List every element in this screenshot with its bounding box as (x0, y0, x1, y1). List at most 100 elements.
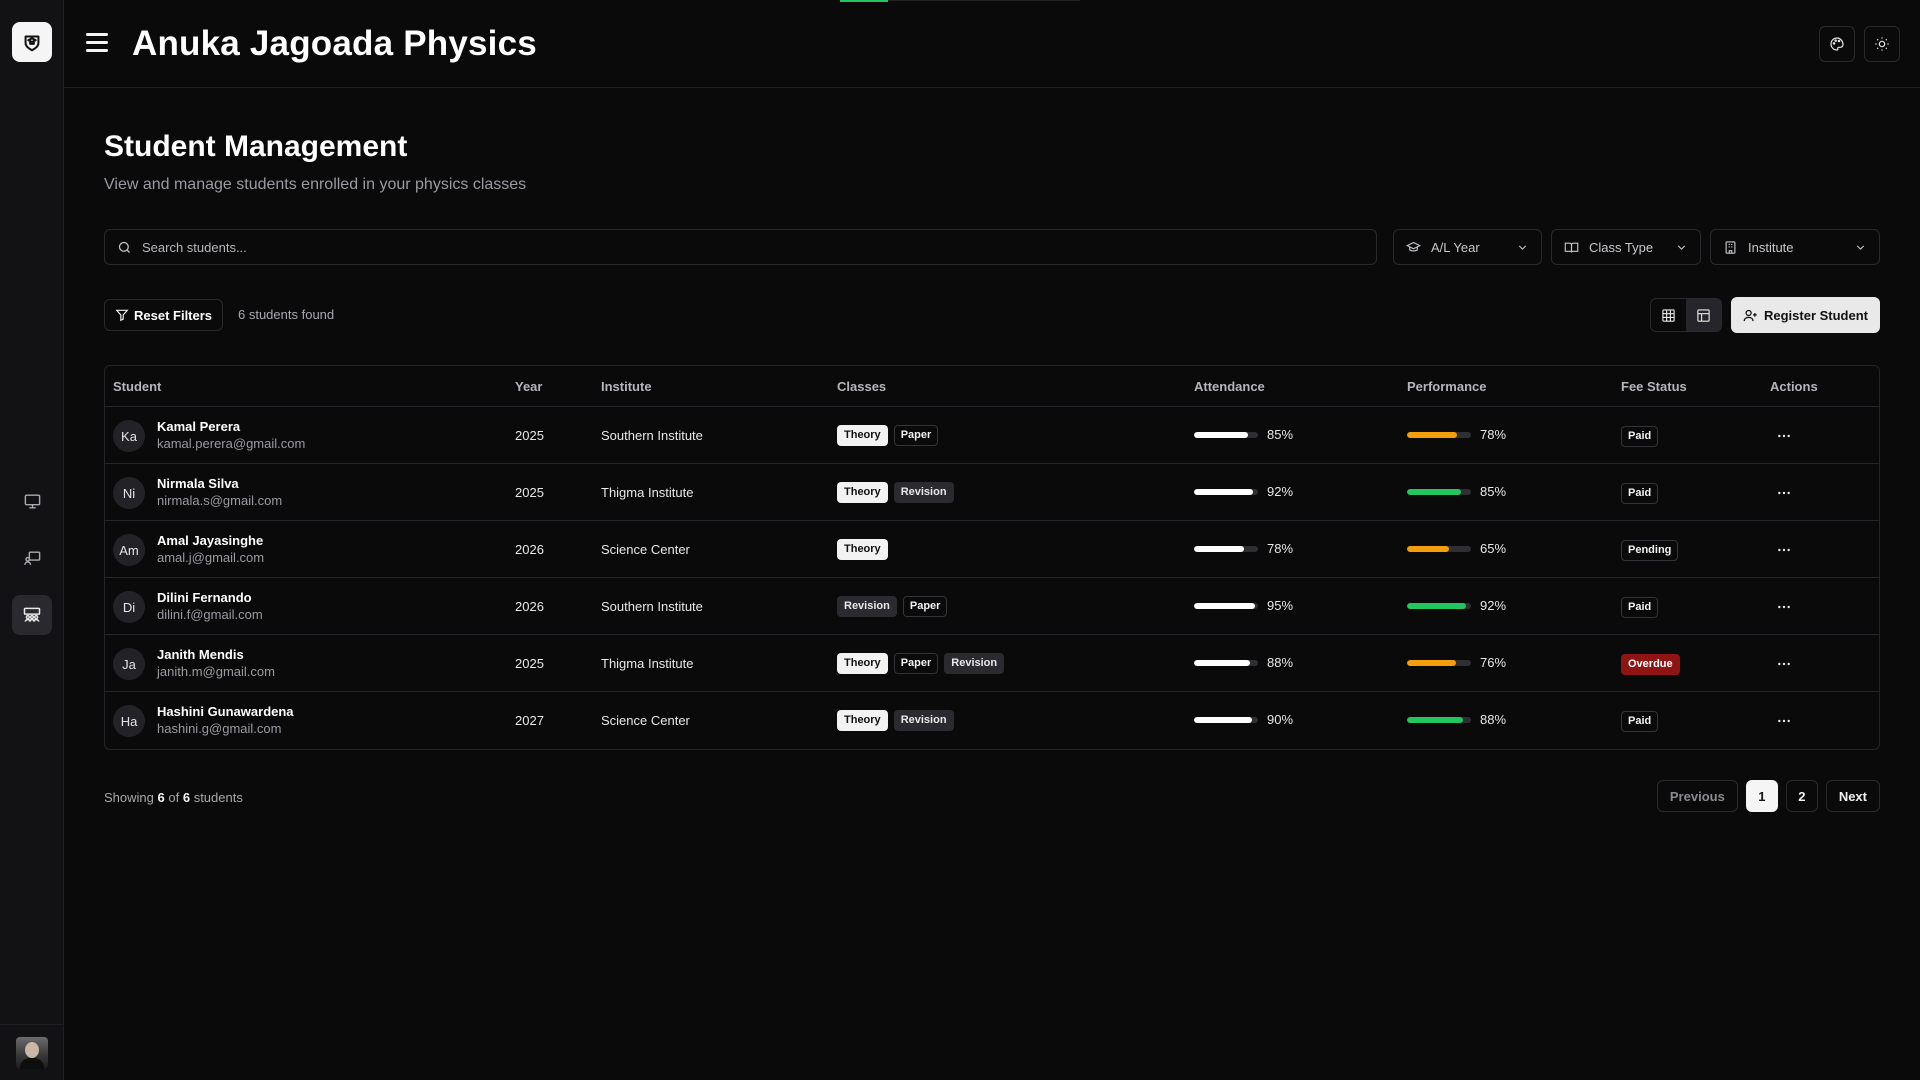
presentation-icon (23, 550, 40, 565)
class-type-filter-label: Class Type (1589, 239, 1654, 255)
sidebar-item-classes[interactable] (12, 538, 52, 578)
monitor-icon (24, 493, 40, 509)
student-avatar: Ja (113, 648, 145, 680)
row-actions-button[interactable] (1772, 709, 1796, 733)
attendance-cell: 85% (1194, 427, 1293, 442)
row-actions-button[interactable] (1772, 652, 1796, 676)
row-actions-button[interactable] (1772, 595, 1796, 619)
chevron-down-icon (1516, 241, 1529, 254)
fee-status-badge: Paid (1621, 426, 1659, 447)
grid-icon (1662, 308, 1675, 322)
page-button-1[interactable]: 1 (1745, 780, 1778, 812)
student-cell: Ka Kamal Perera kamal.perera@gmail.com (113, 419, 305, 453)
grid-view-button[interactable] (1651, 299, 1686, 331)
column-header-year[interactable]: Year (515, 379, 542, 394)
student-name: Nirmala Silva (157, 476, 239, 491)
theme-palette-button[interactable] (1819, 26, 1855, 62)
register-student-button[interactable]: Register Student (1731, 297, 1880, 333)
table-row[interactable]: Am Amal Jayasinghe amal.j@gmail.com 2026 Sci… (105, 521, 1879, 578)
row-actions-button[interactable] (1772, 481, 1796, 505)
search-input[interactable] (142, 239, 1342, 255)
class-tag: Paper (893, 425, 939, 446)
performance-cell: 65% (1407, 541, 1506, 556)
page-button-2[interactable]: 2 (1785, 780, 1818, 812)
class-tag: Theory (837, 710, 888, 731)
column-header-institute[interactable]: Institute (601, 379, 652, 394)
student-institute: Thigma Institute (601, 656, 694, 671)
student-avatar: Di (113, 591, 145, 623)
student-email: janith.m@gmail.com (157, 664, 275, 679)
attendance-cell: 90% (1194, 712, 1293, 727)
sidebar-item-students[interactable] (12, 595, 52, 635)
row-actions-button[interactable] (1772, 538, 1796, 562)
view-mode-toggle (1650, 298, 1722, 332)
hamburger-menu-icon[interactable] (84, 30, 110, 56)
column-header-actions: Actions (1770, 379, 1818, 394)
attendance-cell: 88% (1194, 655, 1293, 670)
sun-icon (1875, 37, 1889, 51)
student-year: 2026 (515, 599, 544, 614)
app-logo[interactable] (12, 22, 52, 62)
student-name: Dilini Fernando (157, 590, 252, 605)
column-header-classes[interactable]: Classes (837, 379, 886, 394)
showing-prefix: Showing (104, 790, 154, 805)
student-year: 2025 (515, 428, 544, 443)
more-horizontal-icon (1778, 719, 1790, 723)
user-avatar[interactable] (16, 1036, 48, 1069)
row-actions-button[interactable] (1772, 424, 1796, 448)
student-cell: Am Amal Jayasinghe amal.j@gmail.com (113, 533, 264, 567)
reset-filters-button[interactable]: Reset Filters (104, 299, 224, 331)
student-cell: Ni Nirmala Silva nirmala.s@gmail.com (113, 476, 282, 510)
table-row[interactable]: Ha Hashini Gunawardena hashini.g@gmail.com… (105, 692, 1879, 749)
performance-percent: 85% (1480, 484, 1507, 499)
page-subtitle: View and manage students enrolled in you… (104, 176, 527, 193)
student-cell: Ha Hashini Gunawardena hashini.g@gmail.com (113, 704, 294, 738)
year-filter-label: A/L Year (1431, 239, 1480, 255)
dark-mode-toggle-button[interactable] (1864, 26, 1900, 62)
attendance-percent: 90% (1267, 712, 1294, 727)
student-classes: Theory (837, 539, 888, 560)
table-view-button[interactable] (1686, 299, 1721, 331)
table-row[interactable]: Ka Kamal Perera kamal.perera@gmail.com 2025… (105, 407, 1879, 464)
column-header-attendance[interactable]: Attendance (1194, 379, 1265, 394)
sidebar-item-dashboard[interactable] (12, 481, 52, 521)
column-header-performance[interactable]: Performance (1407, 379, 1486, 394)
attendance-bar (1194, 602, 1258, 609)
reset-filters-label: Reset Filters (134, 307, 213, 323)
student-name: Amal Jayasinghe (157, 533, 264, 548)
column-header-fee-status[interactable]: Fee Status (1621, 379, 1687, 394)
palette-icon (1830, 37, 1844, 51)
student-institute: Science Center (601, 713, 690, 728)
performance-cell: 88% (1407, 712, 1506, 727)
fee-status-badge: Pending (1621, 540, 1679, 561)
chevron-down-icon (1854, 241, 1867, 254)
graduation-cap-icon (1406, 240, 1421, 255)
student-classes: Revision Paper (837, 596, 948, 617)
previous-page-button[interactable]: Previous (1656, 780, 1738, 812)
graduation-shield-icon (24, 35, 40, 52)
table-row[interactable]: Di Dilini Fernando dilini.f@gmail.com 2026 S… (105, 578, 1879, 635)
table-row[interactable]: Ja Janith Mendis janith.m@gmail.com 2025 Thi… (105, 635, 1879, 692)
performance-bar (1407, 602, 1471, 609)
search-box[interactable] (104, 229, 1377, 265)
institute-filter-select[interactable]: Institute (1710, 229, 1880, 265)
class-tag: Theory (837, 482, 888, 503)
year-filter-select[interactable]: A/L Year (1393, 229, 1542, 265)
fee-status-badge: Overdue (1621, 654, 1680, 675)
table-row[interactable]: Ni Nirmala Silva nirmala.s@gmail.com 2025 Th… (105, 464, 1879, 521)
fee-status-cell: Paid (1621, 711, 1659, 732)
column-header-student[interactable]: Student (113, 379, 161, 394)
student-email: nirmala.s@gmail.com (157, 493, 283, 508)
student-email: dilini.f@gmail.com (157, 607, 263, 622)
next-page-button[interactable]: Next (1825, 780, 1880, 812)
user-plus-icon (1743, 309, 1757, 321)
attendance-cell: 78% (1194, 541, 1293, 556)
student-email: amal.j@gmail.com (157, 550, 265, 565)
student-classes: Theory Revision (837, 710, 954, 731)
performance-bar (1407, 545, 1471, 552)
student-cell: Di Dilini Fernando dilini.f@gmail.com (113, 590, 263, 624)
fee-status-cell: Paid (1621, 597, 1659, 618)
student-name: Janith Mendis (157, 647, 244, 662)
student-avatar: Ka (113, 420, 145, 452)
class-type-filter-select[interactable]: Class Type (1551, 229, 1701, 265)
